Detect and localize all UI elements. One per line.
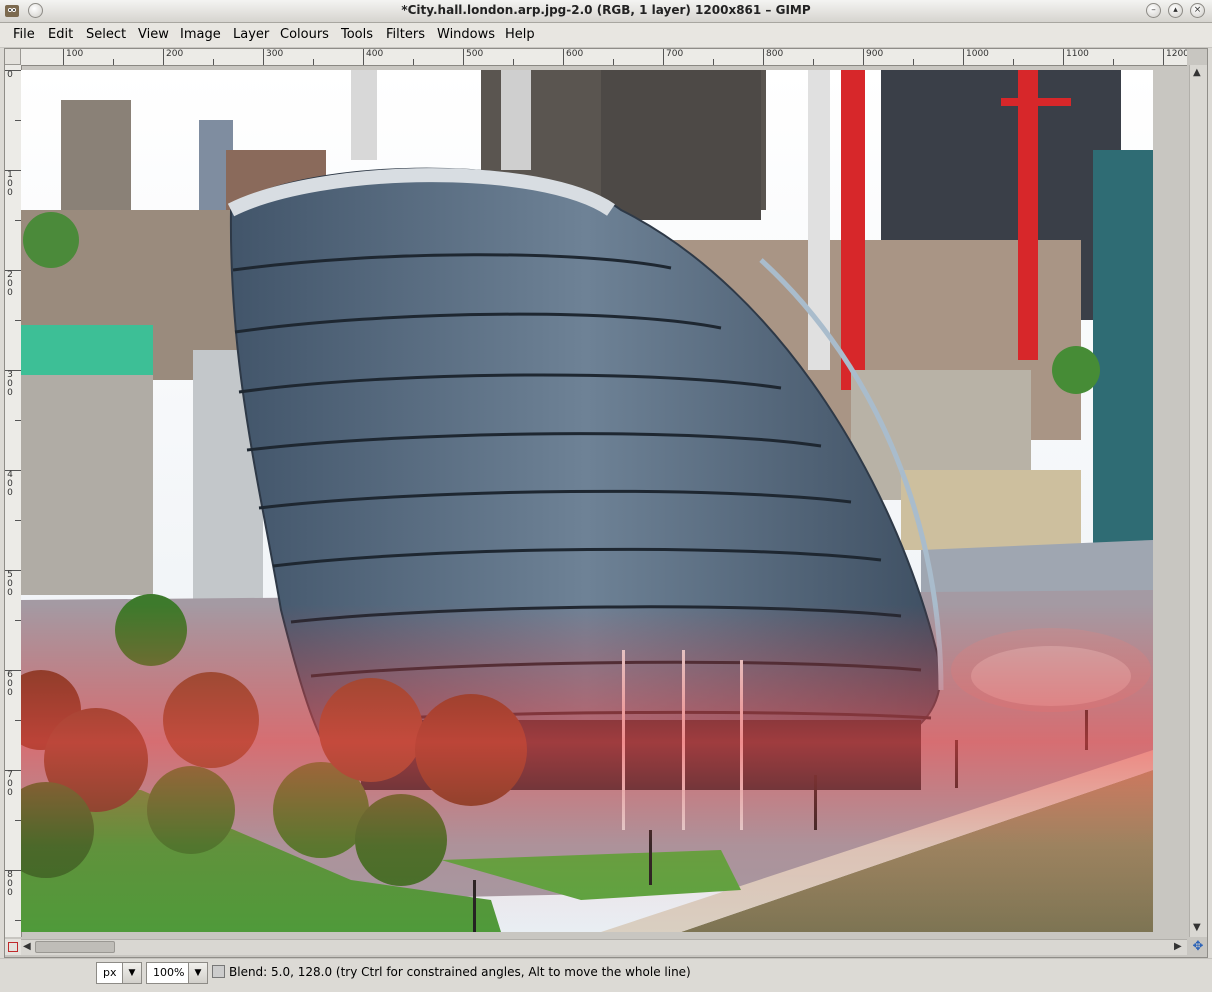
tool-status-icon — [212, 965, 225, 978]
city-hall-photo — [21, 70, 1153, 932]
window-titlebar: *City.hall.london.arp.jpg-2.0 (RGB, 1 la… — [0, 0, 1212, 23]
scroll-up-icon[interactable]: ▲ — [1193, 67, 1201, 78]
vruler-label: 200 — [7, 270, 13, 298]
hruler-label: 100 — [66, 49, 84, 59]
menu-tools[interactable]: Tools — [341, 27, 373, 42]
menu-view[interactable]: View — [138, 27, 169, 42]
vruler-label: 600 — [7, 670, 13, 698]
menubar: File Edit Select View Image Layer Colour… — [0, 23, 1212, 48]
chevron-down-icon[interactable]: ▼ — [122, 963, 141, 983]
status-message: Blend: 5.0, 128.0 (try Ctrl for constrai… — [229, 965, 691, 979]
menu-windows[interactable]: Windows — [437, 27, 495, 42]
chevron-down-icon[interactable]: ▼ — [188, 963, 207, 983]
vruler-label: 300 — [7, 370, 13, 398]
hruler-label: 1200 — [1166, 49, 1187, 59]
hruler-label: 1100 — [1066, 49, 1089, 59]
vruler-label: 800 — [7, 870, 13, 898]
vruler-label: 400 — [7, 470, 13, 498]
vertical-scrollbar[interactable]: ▲ ▼ — [1189, 65, 1207, 937]
hruler-label: 400 — [366, 49, 384, 59]
menu-colours[interactable]: Colours — [280, 27, 329, 42]
hruler-label: 800 — [766, 49, 784, 59]
menu-file[interactable]: File — [13, 27, 35, 42]
hruler-label: 700 — [666, 49, 684, 59]
vruler-label: 100 — [7, 170, 13, 198]
zoom-selector[interactable]: 100% ▼ — [146, 962, 208, 984]
hruler-label: 1000 — [966, 49, 989, 59]
quickmask-icon[interactable] — [5, 939, 21, 955]
menu-edit[interactable]: Edit — [48, 27, 73, 42]
ruler-corner-menu[interactable] — [5, 49, 21, 65]
vertical-ruler[interactable]: 0 100 200 300 400 500 600 700 800 — [5, 65, 22, 937]
hruler-label: 600 — [566, 49, 584, 59]
scroll-left-icon[interactable]: ◀ — [23, 941, 31, 952]
maximize-icon[interactable]: ▴ — [1168, 3, 1183, 18]
menu-filters[interactable]: Filters — [386, 27, 425, 42]
window-title: *City.hall.london.arp.jpg-2.0 (RGB, 1 la… — [401, 3, 811, 17]
image-canvas[interactable] — [21, 70, 1153, 932]
minimize-icon[interactable]: – — [1146, 3, 1161, 18]
statusbar: px ▼ 100% ▼ Blend: 5.0, 128.0 (try Ctrl … — [0, 958, 1212, 992]
vruler-label: 500 — [7, 570, 13, 598]
unit-value: px — [103, 966, 117, 979]
menu-select[interactable]: Select — [86, 27, 126, 42]
menu-layer[interactable]: Layer — [233, 27, 269, 42]
hruler-label: 500 — [466, 49, 484, 59]
scroll-down-icon[interactable]: ▼ — [1193, 922, 1201, 933]
vruler-label: 0 — [7, 70, 13, 80]
horizontal-ruler[interactable]: 100 200 300 400 500 600 700 800 900 1000… — [21, 49, 1187, 66]
hruler-label: 200 — [166, 49, 184, 59]
hruler-label: 300 — [266, 49, 284, 59]
menu-help[interactable]: Help — [505, 27, 535, 42]
zoom-value: 100% — [153, 966, 185, 979]
menu-image[interactable]: Image — [180, 27, 221, 42]
unit-selector[interactable]: px ▼ — [96, 962, 142, 984]
close-icon[interactable]: × — [1190, 3, 1205, 18]
horizontal-scroll-thumb[interactable] — [35, 941, 115, 953]
hruler-label: 900 — [866, 49, 884, 59]
horizontal-scrollbar[interactable]: ◀ ▶ — [21, 939, 1187, 955]
scroll-right-icon[interactable]: ▶ — [1174, 941, 1182, 952]
vruler-label: 700 — [7, 770, 13, 798]
navigate-icon[interactable]: ✥ — [1189, 939, 1207, 955]
